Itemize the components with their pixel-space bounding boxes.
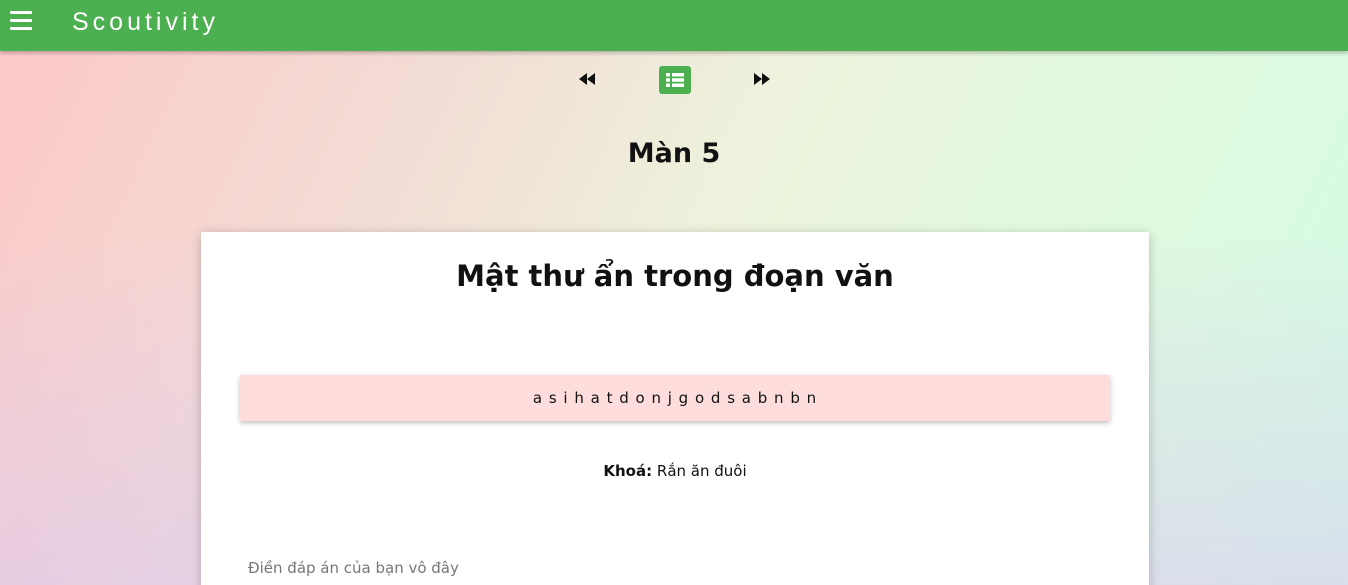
top-app-bar: Scoutivity [0, 0, 1348, 51]
fast-forward-icon [754, 73, 770, 85]
puzzle-title: Mật thư ẩn trong đoạn văn [456, 259, 894, 293]
rewind-icon [579, 73, 595, 85]
level-list-button[interactable] [659, 66, 691, 94]
cipher-text: a s i h a t d o n j g o d s a b n b n [532, 389, 818, 407]
list-icon [666, 73, 684, 87]
app-brand-title[interactable]: Scoutivity [72, 8, 219, 37]
puzzle-card: Mật thư ẩn trong đoạn văn a s i h a t d … [201, 232, 1149, 585]
key-value: Rắn ăn đuôi [656, 462, 747, 480]
previous-level-button[interactable] [578, 71, 596, 85]
key-hint: Khoá: Rắn ăn đuôi [201, 462, 1149, 480]
level-title: Màn 5 [627, 138, 721, 169]
answer-input[interactable] [240, 550, 1110, 585]
key-label: Khoá: [603, 462, 653, 480]
next-level-button[interactable] [753, 71, 771, 85]
cipher-text-box: a s i h a t d o n j g o d s a b n b n [240, 375, 1110, 421]
hamburger-menu-icon[interactable] [10, 11, 32, 30]
level-navigation [0, 62, 1348, 98]
